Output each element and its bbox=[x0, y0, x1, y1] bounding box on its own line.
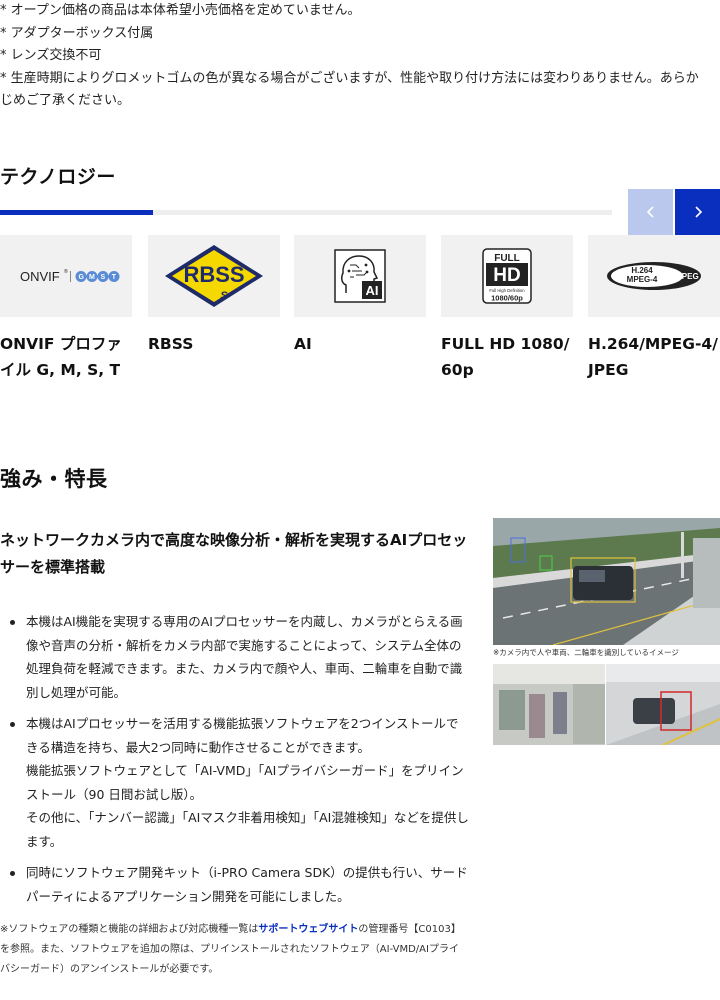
tech-card-full-hd[interactable]: FULL HD Full High Definition 1080/60p FU… bbox=[441, 235, 573, 383]
svg-text:ONVIF: ONVIF bbox=[20, 269, 60, 284]
rbss-logo: RBSS S bbox=[148, 235, 280, 317]
ai-head-icon: AI bbox=[294, 235, 426, 317]
note-line: * レンズ交換不可 bbox=[0, 48, 102, 63]
svg-text:HD: HD bbox=[493, 265, 520, 286]
list-item-text: 本機はAI機能を実現する専用のAIプロセッサーを内蔵し、カメラがとらえる画像や音… bbox=[26, 614, 463, 700]
footnote-text: ※ソフトウェアの種類と機能の詳細および対応機種一覧は bbox=[0, 924, 259, 935]
svg-text:AI: AI bbox=[366, 283, 379, 298]
technology-title: テクノロジー bbox=[0, 166, 116, 188]
full-hd-icon: FULL HD Full High Definition 1080/60p bbox=[441, 235, 573, 317]
svg-text:H.264: H.264 bbox=[631, 266, 653, 275]
support-website-link[interactable]: サポートウェブサイト bbox=[258, 924, 358, 935]
svg-text:1080/60p: 1080/60p bbox=[491, 294, 523, 303]
carousel-progress-fill bbox=[0, 210, 153, 215]
svg-text:M: M bbox=[89, 274, 95, 281]
tech-card-onvif[interactable]: ONVIF ® G M S T ONVIF プロファイル G, M, S, T bbox=[0, 235, 132, 383]
list-item: 本機はAIプロセッサーを活用する機能拡張ソフトウェアを2つインストールできる構造… bbox=[0, 712, 470, 853]
chevron-right-icon bbox=[694, 206, 702, 218]
note-line: じめご了承ください。 bbox=[0, 93, 131, 108]
tech-card-rbss[interactable]: RBSS S RBSS bbox=[148, 235, 280, 357]
tech-card-label: AI bbox=[294, 335, 312, 353]
note-line: * オープン価格の商品は本体希望小売価格を定めていません。 bbox=[0, 3, 361, 18]
image-caption: ※カメラ内で人や車両、二輪車を識別しているイメージ bbox=[493, 648, 679, 657]
list-item: 同時にソフトウェア開発キット（i-PRO Camera SDK）の提供も行い、サ… bbox=[0, 861, 470, 908]
ai-privacy-guard-image bbox=[493, 664, 720, 745]
chevron-left-icon bbox=[646, 206, 654, 218]
svg-text:S: S bbox=[101, 274, 106, 281]
list-item-text: 本機はAIプロセッサーを活用する機能拡張ソフトウェアを2つインストールできる構造… bbox=[26, 716, 459, 755]
note-line: * アダプターボックス付属 bbox=[0, 25, 154, 41]
onvif-logo: ONVIF ® G M S T bbox=[0, 235, 132, 317]
codec-logo: H.264 MPEG-4 JPEG bbox=[588, 235, 720, 317]
features-subtitle: ネットワークカメラ内で高度な映像分析・解析を実現するAIプロセッサーを標準搭載 bbox=[0, 531, 468, 576]
svg-text:S: S bbox=[220, 290, 228, 302]
svg-text:Full High Definition: Full High Definition bbox=[489, 288, 525, 293]
svg-text:®: ® bbox=[64, 268, 68, 275]
features-title: 強み・特長 bbox=[0, 467, 108, 491]
product-notes: * オープン価格の商品は本体希望小売価格を定めていません。 * アダプターボック… bbox=[0, 0, 720, 113]
svg-text:JPEG: JPEG bbox=[677, 272, 698, 281]
tech-card-label: ONVIF プロファイル G, M, S, T bbox=[0, 335, 122, 379]
svg-text:FULL: FULL bbox=[494, 253, 520, 264]
svg-text:MPEG-4: MPEG-4 bbox=[627, 275, 658, 284]
tech-card-codec[interactable]: H.264 MPEG-4 JPEG H.264/MPEG-4/JPEG bbox=[588, 235, 720, 383]
note-line: * 生産時期によりグロメットゴムの色が異なる場合がございますが、性能や取り付け方… bbox=[0, 70, 699, 86]
carousel-next-button[interactable] bbox=[675, 189, 720, 235]
carousel-prev-button[interactable] bbox=[628, 189, 673, 235]
list-item: 本機はAI機能を実現する専用のAIプロセッサーを内蔵し、カメラがとらえる画像や音… bbox=[0, 610, 470, 704]
tech-card-label: H.264/MPEG-4/JPEG bbox=[588, 335, 718, 379]
svg-text:RBSS: RBSS bbox=[183, 262, 244, 287]
tech-card-label: FULL HD 1080/60p bbox=[441, 335, 570, 379]
ai-detection-road-image bbox=[493, 518, 720, 645]
svg-text:T: T bbox=[112, 274, 117, 281]
list-item-text: 機能拡張ソフトウェアとして「AI-VMD」「AIプライバシーガード」をプリインス… bbox=[26, 763, 464, 802]
tech-card-label: RBSS bbox=[148, 335, 194, 353]
carousel-progress-track bbox=[0, 210, 612, 215]
footnote: ※ソフトウェアの種類と機能の詳細および対応機種一覧はサポートウェブサイトの管理番… bbox=[0, 920, 465, 980]
features-list: 本機はAI機能を実現する専用のAIプロセッサーを内蔵し、カメラがとらえる画像や音… bbox=[0, 610, 470, 916]
svg-text:G: G bbox=[79, 274, 85, 281]
list-item-text: その他に、「ナンバー認識」「AIマスク非着用検知」「AI混雑検知」などを提供しま… bbox=[26, 810, 469, 849]
tech-card-ai[interactable]: AI AI bbox=[294, 235, 426, 357]
list-item-text: 同時にソフトウェア開発キット（i-PRO Camera SDK）の提供も行い、サ… bbox=[26, 865, 468, 904]
